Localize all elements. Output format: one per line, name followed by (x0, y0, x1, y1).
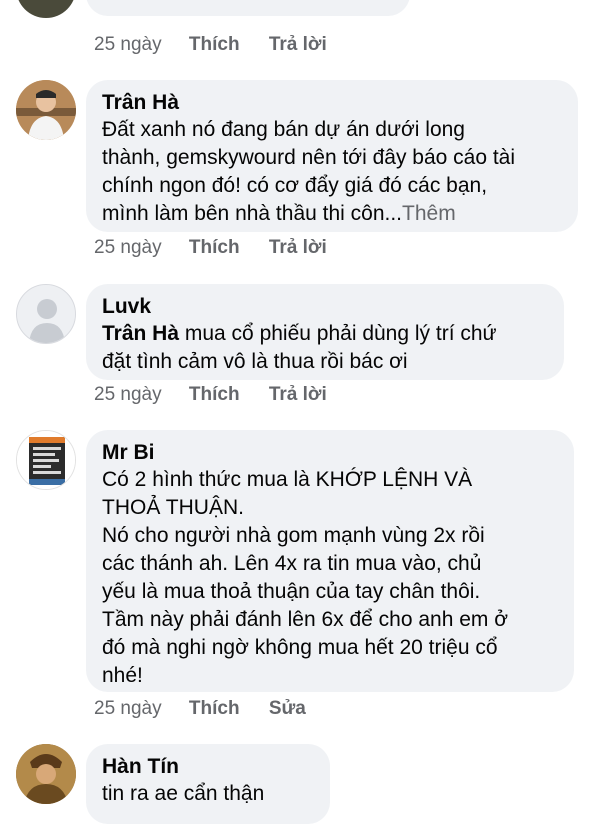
comment-bubble: Luvk Trân Hà mua cổ phiếu phải dùng lý t… (86, 284, 564, 380)
comment-age[interactable]: 25 ngày (94, 384, 162, 406)
comment-line: THOẢ THUẬN. (102, 496, 244, 519)
comment-text: Đất xanh nó đang bán dự án dưới long thà… (102, 116, 560, 228)
avatar[interactable] (16, 284, 76, 344)
edit-button[interactable]: Sửa (269, 698, 306, 720)
comment-author[interactable]: Luvk (102, 294, 546, 320)
mention-tag[interactable]: Trân Hà (102, 322, 179, 345)
comment-line: chính ngon đó! có cơ đẩy giá đó các bạn, (102, 174, 488, 197)
book-cover-avatar-icon (17, 431, 75, 489)
default-avatar-icon (17, 285, 75, 343)
comment-age[interactable]: 25 ngày (94, 698, 162, 720)
avatar[interactable] (16, 430, 76, 490)
reply-button[interactable]: Trả lời (269, 34, 327, 56)
comment-actions: 25 ngày Thích Trả lời (94, 384, 351, 406)
comment-line: tin ra ae cẩn thận (102, 782, 265, 805)
comment-author[interactable]: Hàn Tín (102, 754, 312, 780)
comment-line: đó mà nghi ngờ không mua hết 20 triệu cổ (102, 636, 498, 659)
warrior-avatar-icon (16, 744, 76, 804)
comment-age[interactable]: 25 ngày (94, 237, 162, 259)
comment-author[interactable]: Trân Hà (102, 90, 560, 116)
see-more-link[interactable]: Thêm (402, 202, 456, 225)
comment-line: nhé! (102, 664, 143, 687)
reply-button[interactable]: Trả lời (269, 384, 327, 406)
comment-actions: 25 ngày Thích Trả lời (94, 34, 351, 56)
comment-bubble-partial (86, 0, 410, 16)
comment-line: các thánh ah. Lên 4x ra tin mua vào, chủ (102, 552, 482, 575)
comment-actions: 25 ngày Thích Trả lời (94, 237, 351, 259)
like-button[interactable]: Thích (189, 698, 240, 720)
comment-line: Tầm này phải đánh lên 6x để cho anh em ở (102, 608, 509, 631)
avatar[interactable] (16, 744, 76, 804)
comment-author[interactable]: Mr Bi (102, 440, 556, 466)
comment-line: yếu là mua thoả thuận của tay chân thôi. (102, 580, 481, 603)
avatar[interactable] (16, 0, 76, 18)
comment-line: mua cổ phiếu phải dùng lý trí chứ (179, 322, 497, 345)
comment-line: thành, gemskywourd nên tới đây báo cáo t… (102, 146, 516, 169)
comment-text: tin ra ae cẩn thận (102, 780, 312, 808)
comment-age[interactable]: 25 ngày (94, 34, 162, 56)
comment-bubble: Mr Bi Có 2 hình thức mua là KHỚP LỆNH VÀ… (86, 430, 574, 692)
comment-bubble: Hàn Tín tin ra ae cẩn thận (86, 744, 330, 824)
comment-line: Có 2 hình thức mua là KHỚP LỆNH VÀ (102, 468, 473, 491)
comment-text: Có 2 hình thức mua là KHỚP LỆNH VÀ THOẢ … (102, 466, 556, 690)
user-photo-icon (16, 80, 76, 140)
comment-line: Đất xanh nó đang bán dự án dưới long (102, 118, 465, 141)
comment-line: đặt tình cảm vô là thua rồi bác ơi (102, 350, 408, 373)
comment-bubble: Trân Hà Đất xanh nó đang bán dự án dưới … (86, 80, 578, 232)
like-button[interactable]: Thích (189, 384, 240, 406)
comment-line: mình làm bên nhà thầu thi côn... (102, 202, 403, 225)
avatar[interactable] (16, 80, 76, 140)
comment-actions: 25 ngày Thích Sửa (94, 698, 330, 720)
like-button[interactable]: Thích (189, 34, 240, 56)
like-button[interactable]: Thích (189, 237, 240, 259)
comment-text: Trân Hà mua cổ phiếu phải dùng lý trí ch… (102, 320, 546, 376)
comment-line: Nó cho người nhà gom mạnh vùng 2x rồi (102, 524, 485, 547)
reply-button[interactable]: Trả lời (269, 237, 327, 259)
